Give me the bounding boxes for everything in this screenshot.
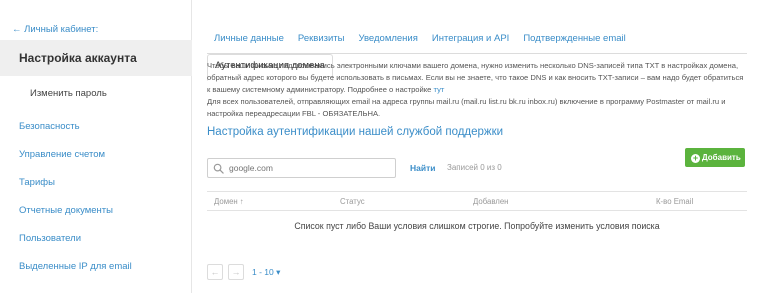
plus-icon: + (691, 153, 700, 163)
back-to-cabinet-link[interactable]: ← Личный кабинет: (12, 24, 98, 35)
sidebar-item-tariffs[interactable]: Тарифы (19, 177, 132, 205)
search-icon (213, 163, 224, 174)
add-button-label: Добавить (702, 153, 741, 162)
tab-personal-data[interactable]: Личные данные (207, 28, 291, 54)
account-settings-header: Настройка аккаунта (0, 40, 192, 76)
details-link[interactable]: тут (434, 85, 445, 94)
search-input[interactable] (227, 161, 392, 175)
prev-page-button[interactable]: ← (207, 264, 223, 280)
tab-confirmed-emails[interactable]: Подтвержденные email (516, 28, 632, 54)
records-count: Записей 0 из 0 (447, 163, 502, 172)
column-email-count[interactable]: К-во Email (656, 197, 693, 206)
sidebar-item-users[interactable]: Пользователи (19, 233, 132, 261)
search-box (207, 158, 396, 178)
tab-notifications[interactable]: Уведомления (351, 28, 424, 54)
sidebar-item-dedicated-ip[interactable]: Выделенные IP для email (19, 261, 132, 289)
section-title: Настройка аутентификации нашей службой п… (207, 126, 504, 138)
empty-list-message: Список пуст либо Ваши условия слишком ст… (294, 221, 660, 231)
page-size-dropdown[interactable]: 1 - 10 ▾ (252, 264, 280, 280)
find-button[interactable]: Найти (410, 163, 435, 173)
column-added[interactable]: Добавлен (473, 197, 508, 206)
tab-requisites[interactable]: Реквизиты (291, 28, 352, 54)
info-paragraph-mailru: Для всех пользователей, отправляющих ema… (207, 97, 726, 118)
sidebar-item-security[interactable]: Безопасность (19, 121, 132, 149)
pagination: ← → 1 - 10 ▾ (207, 264, 280, 280)
next-page-button[interactable]: → (228, 264, 244, 280)
settings-tabs: Личные данные Реквизиты Уведомления Инте… (207, 28, 747, 81)
column-status[interactable]: Статус (340, 197, 365, 206)
domains-table: Домен ↑ Статус Добавлен К-во Email Списо… (207, 191, 747, 231)
info-paragraph: Чтобы ваши письма подписывались электрон… (207, 60, 747, 96)
sidebar-item-account-management[interactable]: Управление счетом (19, 149, 132, 177)
sidebar-item-reports[interactable]: Отчетные документы (19, 205, 132, 233)
info-text: Чтобы ваши письма подписывались электрон… (207, 61, 744, 94)
domain-auth-info: Чтобы ваши письма подписывались электрон… (207, 60, 747, 120)
table-header: Домен ↑ Статус Добавлен К-во Email (207, 191, 747, 211)
sidebar: ← Личный кабинет: Настройка аккаунта Изм… (0, 0, 192, 293)
tab-integration-api[interactable]: Интеграция и API (425, 28, 516, 54)
column-domain[interactable]: Домен ↑ (214, 197, 244, 206)
sidebar-nav: Безопасность Управление счетом Тарифы От… (19, 121, 132, 289)
change-password-link[interactable]: Изменить пароль (30, 88, 107, 99)
add-button[interactable]: + Добавить (685, 148, 745, 167)
